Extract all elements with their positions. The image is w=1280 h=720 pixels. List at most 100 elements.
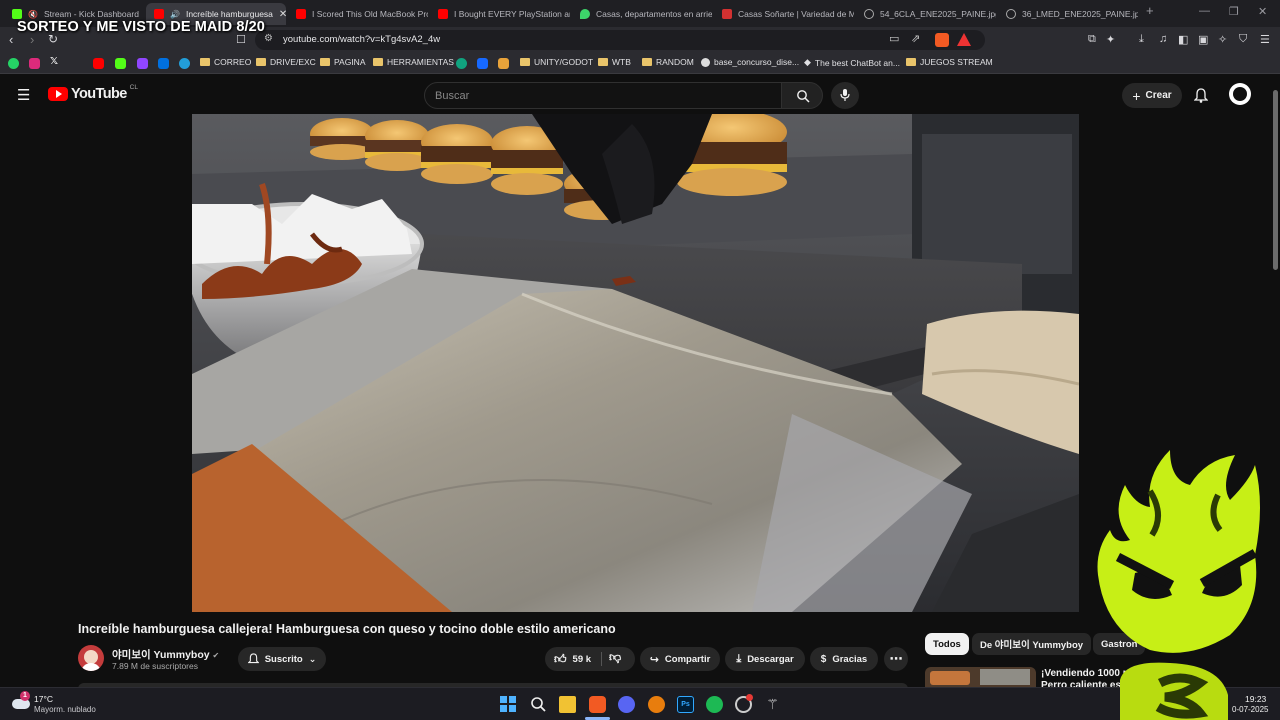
tab-image-36[interactable]: 36_LMED_ENE2025_PAINE.jpg	[998, 3, 1138, 25]
bookmark-label: WTB	[612, 57, 631, 67]
brave-shields-icon[interactable]	[935, 33, 949, 47]
bookmark-chatbot[interactable]: ◆ The best ChatBot an...	[804, 57, 900, 68]
url-text[interactable]: youtube.com/watch?v=kTg4svA2_4w	[283, 34, 440, 45]
discord-icon[interactable]	[618, 696, 635, 713]
chip-from-channel[interactable]: De 야미보이 Yummyboy	[972, 633, 1092, 655]
restore-icon[interactable]: ❐	[1229, 5, 1239, 18]
video-player[interactable]	[192, 114, 1079, 612]
youtube-logo[interactable]: YouTube CL	[48, 84, 138, 102]
paypal-icon[interactable]	[158, 58, 169, 69]
close-tab-icon[interactable]: ✕	[279, 9, 286, 20]
cast-icon[interactable]: ▭	[889, 32, 899, 45]
bookmark-random[interactable]: RANDOM	[642, 57, 694, 67]
file-explorer-icon[interactable]	[559, 696, 576, 713]
address-bar[interactable]: ⚙ youtube.com/watch?v=kTg4svA2_4w ▭ ⇗	[255, 30, 985, 50]
download-icon[interactable]: ⤓	[1139, 33, 1144, 46]
close-window-icon[interactable]: ✕	[1258, 5, 1267, 18]
search-button[interactable]	[781, 82, 823, 109]
kick-icon[interactable]	[115, 58, 126, 69]
weather-desc[interactable]: Mayorm. nublado	[34, 705, 96, 714]
like-count[interactable]: 59 k	[573, 654, 592, 665]
download-button[interactable]: ⤓ Descargar	[725, 647, 805, 671]
minimize-icon[interactable]: —	[1199, 5, 1210, 17]
blender-icon[interactable]	[648, 696, 665, 713]
channel-avatar[interactable]	[78, 645, 104, 671]
folder-icon	[320, 58, 330, 66]
create-label: Crear	[1145, 90, 1172, 101]
create-button[interactable]: + Crear	[1122, 83, 1182, 108]
more-actions-button[interactable]: ⋯	[884, 647, 908, 671]
share-icon[interactable]: ⇗	[911, 32, 920, 45]
hamburger-menu-icon[interactable]: ☰	[17, 86, 30, 104]
wallet-icon[interactable]: ▣	[1198, 33, 1208, 46]
youtube-icon	[154, 9, 164, 19]
tab-casas[interactable]: Casas, departamentos en arrie	[572, 3, 712, 25]
start-icon[interactable]	[500, 696, 517, 713]
scrollbar-thumb[interactable]	[1273, 90, 1278, 270]
app-icon[interactable]: ⚚	[764, 696, 781, 713]
brave-browser-icon[interactable]	[589, 696, 606, 713]
channel-name[interactable]: 야미보이 Yummyboy ✔	[112, 647, 219, 662]
search-icon[interactable]	[530, 696, 547, 713]
divider	[601, 652, 602, 666]
puzzle-icon[interactable]: ✦	[1106, 33, 1115, 46]
spotify-icon[interactable]	[706, 696, 723, 713]
bookmark-correo[interactable]: CORREO	[200, 57, 251, 67]
whatsapp-icon[interactable]	[8, 58, 19, 69]
instagram-icon[interactable]	[29, 58, 40, 69]
telegram-icon[interactable]	[179, 58, 190, 69]
weather-widget[interactable]: 1	[10, 691, 32, 713]
weather-temp[interactable]: 17°C	[34, 694, 53, 704]
logo-text: YouTube	[71, 86, 127, 102]
x-icon[interactable]: 𝕏	[50, 56, 58, 67]
microphone-icon	[840, 89, 850, 101]
dislike-icon[interactable]: 👎︎	[609, 650, 621, 665]
page-scrollbar[interactable]	[1271, 76, 1280, 687]
menu-icon[interactable]: ☰	[1260, 33, 1270, 46]
youtube-icon[interactable]	[93, 58, 104, 69]
notifications-bell-icon[interactable]	[1194, 88, 1208, 103]
twitch-icon[interactable]	[137, 58, 148, 69]
like-icon[interactable]: 👍︎	[554, 652, 567, 667]
extensions-icon[interactable]: ⧉	[1088, 33, 1096, 46]
site-info-icon[interactable]: ⚙	[264, 33, 273, 44]
bookmark-wtb[interactable]: WTB	[598, 57, 631, 67]
recommended-thumbnail[interactable]	[925, 667, 1036, 687]
voice-search-button[interactable]	[831, 82, 859, 109]
user-avatar[interactable]	[1229, 83, 1251, 105]
tab-playstation[interactable]: I Bought EVERY PlayStation and	[430, 3, 570, 25]
leo-icon[interactable]: ✧	[1218, 33, 1227, 46]
tab-macbook[interactable]: I Scored This Old MacBook Pro	[288, 3, 428, 25]
thanks-button[interactable]: $ Gracias	[810, 647, 878, 671]
bookmark-drive[interactable]: DRIVE/EXC	[256, 57, 316, 67]
bookmark-pagina[interactable]: PAGINA	[320, 57, 366, 67]
chip-todos[interactable]: Todos	[925, 633, 969, 655]
obs-icon[interactable]	[735, 694, 753, 713]
behance-icon[interactable]	[477, 58, 488, 69]
subscribed-button[interactable]: Suscrito ⌄	[238, 647, 326, 671]
bookmark-unity[interactable]: UNITY/GODOT	[520, 57, 593, 67]
speaker-icon: 🔊	[170, 9, 180, 19]
music-icon[interactable]: ♫	[1159, 33, 1167, 45]
bookmark-base-concurso[interactable]: base_concurso_dise...	[701, 57, 799, 67]
chatgpt-icon[interactable]	[456, 58, 467, 69]
brave-rewards-icon[interactable]	[957, 33, 971, 46]
folder-icon	[642, 58, 652, 66]
bookmark-herramientas[interactable]: HERRAMIENTAS	[373, 57, 454, 67]
folder-icon	[256, 58, 266, 66]
photoshop-icon[interactable]: Ps	[677, 696, 694, 713]
tab-image-54[interactable]: 54_6CLA_ENE2025_PAINE.jpg	[856, 3, 996, 25]
tab-casas-sonarte[interactable]: Casas Soñarte | Variedad de M	[714, 3, 854, 25]
bookmark-juegos-stream[interactable]: JUEGOS STREAM	[906, 57, 993, 67]
sidebar-icon[interactable]: ◧	[1178, 33, 1188, 46]
site-icon[interactable]	[498, 58, 509, 69]
video-title: Increíble hamburguesa callejera! Hamburg…	[78, 622, 616, 636]
tab-label: Casas, departamentos en arrie	[596, 9, 712, 19]
folder-icon	[598, 58, 608, 66]
new-tab-icon[interactable]: +	[1146, 3, 1154, 18]
search-input[interactable]: Buscar	[424, 82, 782, 109]
share-button[interactable]: ↪ Compartir	[640, 647, 720, 671]
kick-icon	[12, 9, 22, 19]
back-icon[interactable]: ‹	[9, 32, 13, 47]
vpn-icon[interactable]: ⛉	[1239, 33, 1247, 46]
